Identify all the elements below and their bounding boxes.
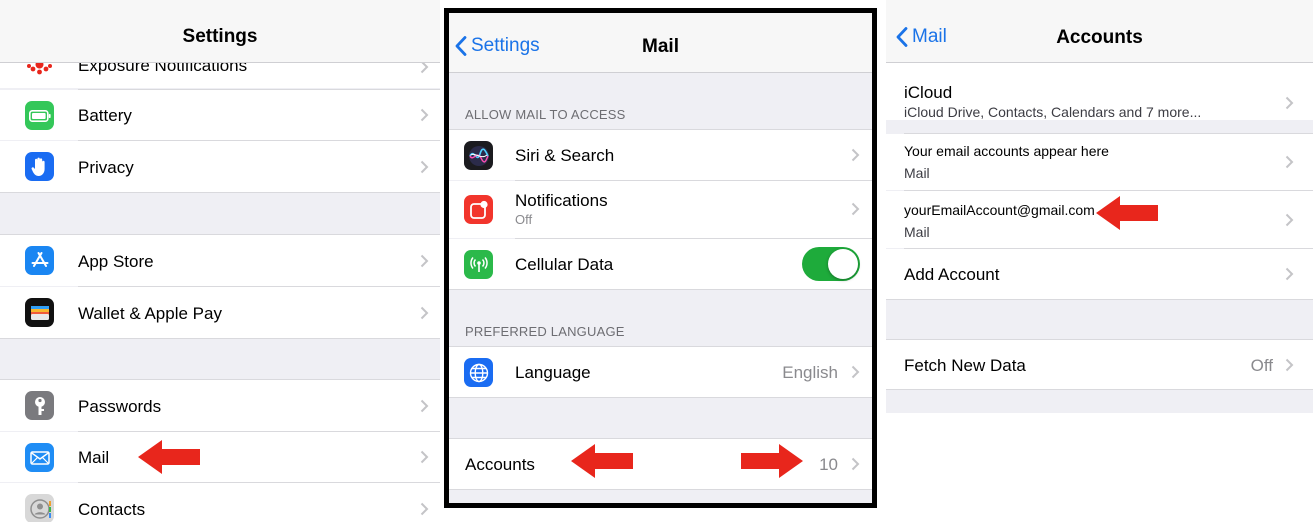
page-title: Settings: [182, 26, 258, 47]
key-icon: [25, 391, 54, 420]
page-title: Mail: [642, 36, 679, 57]
chevron-right-icon: [420, 502, 429, 516]
settings-item-privacy[interactable]: Privacy: [0, 141, 440, 192]
settings-item-wallet[interactable]: Wallet & Apple Pay: [0, 287, 440, 338]
chevron-right-icon: [420, 306, 429, 320]
add-account-row[interactable]: Add Account: [886, 249, 1313, 299]
chevron-right-icon: [851, 457, 860, 471]
settings-item-label: App Store: [78, 252, 154, 271]
notifications-label: Notifications: [515, 191, 608, 210]
red-arrow-left-icon: [1096, 196, 1158, 230]
section-header-language: PREFERRED LANGUAGE: [465, 324, 625, 339]
placeholder-account-type: Mail: [904, 165, 930, 181]
siri-label: Siri & Search: [515, 146, 615, 165]
language-value: English: [782, 363, 838, 382]
app-store-icon: [25, 246, 54, 275]
language-label: Language: [515, 363, 591, 382]
mail-icon: [25, 443, 54, 472]
settings-item-passwords[interactable]: Passwords: [0, 380, 440, 431]
accounts-navbar: Mail Accounts: [886, 0, 1313, 63]
wallet-icon: [25, 298, 54, 327]
gmail-account-label: yourEmailAccount@gmail.com: [904, 202, 1095, 218]
chevron-right-icon: [851, 202, 860, 216]
page-title: Accounts: [1056, 27, 1143, 48]
chevron-right-icon: [420, 108, 429, 122]
accounts-row[interactable]: Accounts 10: [449, 439, 872, 489]
settings-item-label: Passwords: [78, 397, 162, 416]
settings-item-label: Battery: [78, 106, 132, 125]
chevron-right-icon: [420, 399, 429, 413]
chevron-right-icon: [1285, 213, 1294, 227]
settings-item-mail[interactable]: Mail: [0, 432, 440, 482]
gmail-account-type: Mail: [904, 224, 930, 240]
notifications-row[interactable]: Notifications Off: [449, 181, 872, 238]
siri-icon: [464, 141, 493, 170]
chevron-right-icon: [420, 160, 429, 174]
chevron-right-icon: [851, 148, 860, 162]
contacts-icon: [25, 494, 54, 522]
fetch-new-data-label: Fetch New Data: [904, 356, 1026, 375]
placeholder-account-label: Your email accounts appear here: [904, 143, 1109, 159]
siri-search-row[interactable]: Siri & Search: [449, 130, 872, 180]
cellular-data-toggle[interactable]: [802, 247, 860, 281]
red-arrow-left-icon: [138, 440, 200, 474]
red-arrow-right-icon: [741, 444, 803, 478]
mail-navbar: Settings Mail: [449, 13, 872, 73]
chevron-right-icon: [851, 365, 860, 379]
red-arrow-left-icon: [571, 444, 633, 478]
settings-item-label: Wallet & Apple Pay: [78, 304, 222, 323]
chevron-right-icon: [1285, 155, 1294, 169]
icloud-services: iCloud Drive, Contacts, Calendars and 7 …: [904, 104, 1202, 120]
section-header-access: ALLOW MAIL TO ACCESS: [465, 107, 626, 122]
add-account-label: Add Account: [904, 265, 1000, 284]
icloud-label: iCloud: [904, 83, 953, 102]
cellular-icon: [464, 250, 493, 279]
settings-item-battery[interactable]: Battery: [0, 90, 440, 140]
settings-navbar: Settings: [0, 0, 440, 63]
chevron-right-icon: [420, 450, 429, 464]
accounts-count: 10: [819, 455, 838, 474]
settings-item-label: Mail: [78, 448, 110, 467]
toggle-knob: [828, 249, 858, 279]
chevron-right-icon: [1285, 267, 1294, 281]
battery-icon: [25, 101, 54, 130]
icloud-account-row[interactable]: iCloud iCloud Drive, Contacts, Calendars…: [886, 56, 1313, 120]
chevron-right-icon: [1285, 358, 1294, 372]
settings-item-contacts[interactable]: Contacts: [0, 483, 440, 522]
chevron-right-icon: [420, 254, 429, 268]
hand-icon: [25, 152, 54, 181]
notifications-icon: [464, 195, 493, 224]
language-row[interactable]: Language English: [449, 347, 872, 397]
settings-item-label: Contacts: [78, 500, 146, 519]
cellular-label: Cellular Data: [515, 255, 614, 274]
settings-item-app-store[interactable]: App Store: [0, 235, 440, 286]
placeholder-account-row[interactable]: Your email accounts appear here Mail: [886, 134, 1313, 190]
accounts-label: Accounts: [465, 455, 535, 474]
chevron-right-icon: [1285, 96, 1294, 110]
settings-item-label: Privacy: [78, 158, 134, 177]
settings-panel: Exposure Notifications Battery Privacy A…: [0, 0, 440, 522]
notifications-status: Off: [515, 212, 533, 227]
fetch-new-data-row[interactable]: Fetch New Data Off: [886, 340, 1313, 389]
globe-icon: [464, 358, 493, 387]
fetch-new-data-value: Off: [1250, 356, 1273, 375]
mail-panel: Settings Mail ALLOW MAIL TO ACCESS Siri …: [444, 8, 877, 508]
cellular-data-row: Cellular Data: [449, 239, 872, 289]
accounts-panel: iCloud iCloud Drive, Contacts, Calendars…: [886, 0, 1313, 413]
